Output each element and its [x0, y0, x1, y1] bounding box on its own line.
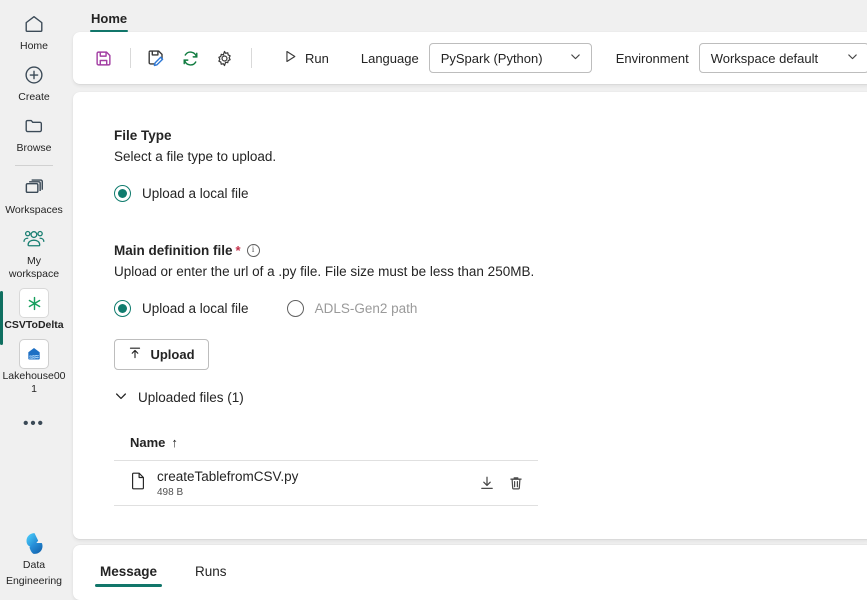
- column-header-name[interactable]: Name ↑: [114, 435, 538, 460]
- fabric-logo-icon: [21, 530, 48, 556]
- row-actions: [479, 475, 524, 491]
- tab-message[interactable]: Message: [95, 557, 163, 589]
- sort-ascending-icon: ↑: [171, 435, 178, 450]
- chevron-down-icon: [114, 389, 128, 406]
- environment-label: Environment: [615, 50, 689, 66]
- plus-circle-icon: [23, 62, 45, 88]
- required-asterisk: *: [235, 243, 241, 258]
- play-icon: [283, 49, 298, 67]
- environment-dropdown-value: Workspace default: [710, 50, 819, 66]
- language-dropdown[interactable]: PySpark (Python): [428, 43, 592, 73]
- tab-message-label: Message: [100, 563, 158, 579]
- environment-dropdown[interactable]: Workspace default: [698, 43, 867, 73]
- main-definition-file-subtitle: Upload or enter the url of a .py file. F…: [114, 264, 535, 279]
- save-icon[interactable]: [87, 43, 119, 73]
- upload-arrow-icon: [128, 346, 142, 363]
- toolbar-divider-1: [130, 48, 131, 68]
- refresh-icon[interactable]: [174, 43, 206, 73]
- home-icon: [23, 11, 45, 37]
- sidebar-item-csvtodelta[interactable]: CSVToDelta: [0, 285, 68, 345]
- sidebar-item-workspaces[interactable]: Workspaces: [0, 170, 68, 221]
- workload-label-line2: Engineering: [5, 575, 63, 587]
- more-ellipsis-icon: •••: [23, 415, 45, 432]
- people-icon: [22, 226, 46, 252]
- chevron-down-icon: [846, 50, 859, 66]
- sidebar-divider-1: [15, 165, 53, 166]
- folder-icon: [23, 113, 45, 139]
- lakehouse-icon: [19, 339, 49, 369]
- sidebar-item-workspaces-label: Workspaces: [5, 204, 63, 216]
- app-root: Home Create Browse Workspaces My workspa…: [0, 0, 867, 600]
- radio-source-upload-local[interactable]: Upload a local file: [114, 300, 249, 317]
- radio-button-unselected-icon: [286, 300, 304, 317]
- file-size: 498 B: [157, 486, 184, 498]
- info-icon[interactable]: i: [246, 244, 260, 257]
- sidebar-item-browse-label: Browse: [16, 142, 52, 154]
- sidebar-item-create-label: Create: [18, 91, 50, 103]
- sidebar-item-my-workspace[interactable]: My workspace: [0, 221, 68, 285]
- ribbon-tabstrip: Home: [68, 0, 867, 32]
- tab-message-active-underline: [95, 583, 163, 587]
- tab-home[interactable]: Home: [81, 7, 137, 32]
- file-icon: [130, 472, 146, 495]
- tab-home-active-underline: [90, 29, 129, 32]
- tab-runs-label: Runs: [195, 563, 227, 579]
- ribbon-toolbar: Run Language PySpark (Python) Environmen…: [73, 32, 867, 84]
- radio-source-adls-gen2-path-label: ADLS-Gen2 path: [314, 301, 418, 316]
- workspaces-icon: [23, 175, 46, 201]
- radio-file-type-upload-local-label: Upload a local file: [142, 186, 249, 201]
- sidebar-item-home[interactable]: Home: [0, 6, 68, 57]
- main-definition-file-heading: Main definition file * i: [114, 241, 867, 260]
- upload-button-label: Upload: [150, 347, 195, 362]
- sidebar-item-lakehouse001[interactable]: Lakehouse001: [0, 336, 68, 400]
- main-definition-file-title: Main definition file: [114, 243, 233, 258]
- radio-button-selected-icon: [114, 300, 131, 317]
- sidebar-item-create[interactable]: Create: [0, 57, 68, 108]
- workload-switcher-data-engineering[interactable]: Data Engineering: [0, 525, 68, 600]
- toolbar-divider-2: [251, 48, 252, 68]
- file-type-title: File Type: [114, 128, 172, 143]
- language-label: Language: [360, 50, 419, 66]
- radio-file-type-upload-local[interactable]: Upload a local file: [114, 185, 249, 202]
- delete-icon[interactable]: [508, 475, 524, 491]
- sidebar-more-button[interactable]: •••: [0, 406, 68, 441]
- spark-job-definition-editor: File Type Select a file type to upload. …: [73, 92, 867, 539]
- sidebar-item-home-label: Home: [19, 40, 48, 52]
- settings-gear-icon[interactable]: [208, 43, 240, 73]
- language-dropdown-value: PySpark (Python): [440, 50, 543, 66]
- download-icon[interactable]: [479, 475, 495, 491]
- uploaded-files-disclosure[interactable]: Uploaded files (1): [114, 389, 244, 406]
- sidebar-item-my-workspace-label: My workspace: [8, 255, 60, 280]
- chevron-down-icon: [569, 50, 582, 66]
- sidebar-item-lakehouse001-label: Lakehouse001: [2, 370, 66, 395]
- workload-label-line1: Data: [22, 559, 46, 571]
- run-button-label: Run: [305, 50, 329, 66]
- radio-button-selected-icon: [114, 185, 131, 202]
- save-as-icon[interactable]: [140, 43, 172, 73]
- file-type-heading: File Type: [114, 126, 867, 145]
- bottom-panel-tabs: Message Runs: [73, 545, 867, 600]
- run-button[interactable]: Run: [275, 44, 337, 72]
- main-region: Home Run Language PySpark (Python) Envir…: [68, 0, 867, 600]
- file-type-subtitle: Select a file type to upload.: [114, 149, 277, 164]
- sidebar-item-csvtodelta-label: CSVToDelta: [4, 319, 64, 331]
- uploaded-files-table: Name ↑ createTablefromCSV.py 498 B: [114, 435, 538, 506]
- job-definition-form: File Type Select a file type to upload. …: [73, 92, 867, 506]
- sidebar-item-browse[interactable]: Browse: [0, 108, 68, 159]
- table-row[interactable]: createTablefromCSV.py 498 B: [114, 460, 538, 506]
- file-cell: createTablefromCSV.py 498 B: [130, 468, 479, 499]
- upload-button[interactable]: Upload: [114, 339, 209, 370]
- file-text: createTablefromCSV.py 498 B: [157, 468, 298, 499]
- radio-source-upload-local-label: Upload a local file: [142, 301, 249, 316]
- column-header-name-label: Name: [130, 435, 166, 450]
- left-navigation-rail: Home Create Browse Workspaces My workspa…: [0, 0, 68, 600]
- main-definition-file-radio-group: Upload a local file ADLS-Gen2 path: [114, 300, 867, 317]
- file-type-radio-group: Upload a local file: [114, 185, 867, 202]
- tab-home-label: Home: [91, 11, 128, 26]
- file-name: createTablefromCSV.py: [157, 468, 299, 484]
- radio-source-adls-gen2-path[interactable]: ADLS-Gen2 path: [286, 300, 418, 317]
- uploaded-files-disclosure-label: Uploaded files (1): [138, 390, 244, 405]
- spark-job-definition-icon: [19, 288, 49, 318]
- tab-runs[interactable]: Runs: [190, 557, 232, 589]
